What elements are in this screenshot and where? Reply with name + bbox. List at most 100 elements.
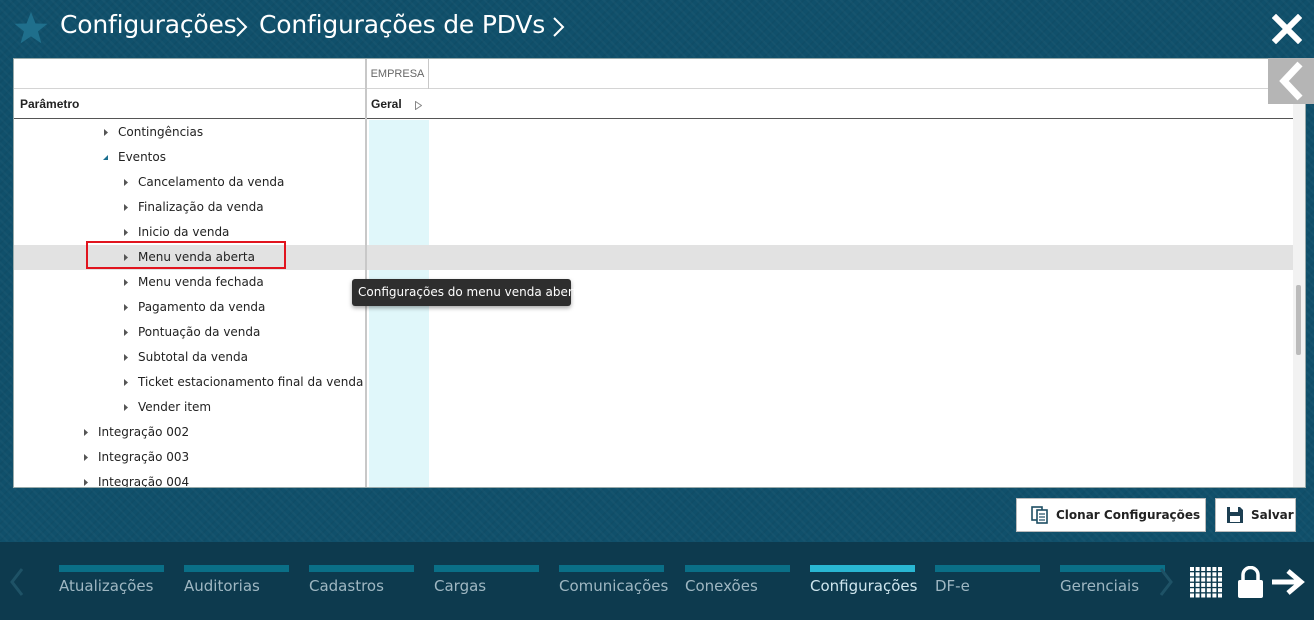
tree-row-label: Contingências [118, 125, 204, 139]
chevron-left-icon[interactable] [9, 567, 25, 597]
save-button[interactable]: Salvar [1215, 498, 1296, 532]
tree-row-label: Cancelamento da venda [138, 175, 285, 189]
scrollbar-thumb[interactable] [1296, 285, 1301, 355]
nav-item-label: DF-e [935, 577, 970, 595]
annotation-highlight [86, 241, 286, 269]
caret-right-icon[interactable] [122, 378, 130, 387]
tree-row-label: Integração 002 [98, 425, 190, 439]
tree-row[interactable]: Integração 004 [14, 470, 1293, 488]
caret-right-icon[interactable] [122, 228, 130, 237]
caret-right-icon[interactable] [122, 203, 130, 212]
tree-row-label: Menu venda fechada [138, 275, 264, 289]
tree-row-label: Subtotal da venda [138, 350, 248, 364]
nav-item-bar [434, 565, 539, 572]
nav-item-bar [309, 565, 414, 572]
nav-item-bar [559, 565, 664, 572]
grid-icon[interactable] [1190, 567, 1224, 599]
nav-item-label: Configurações [810, 577, 918, 595]
tree-row-label: Ticket estacionamento final da venda [138, 375, 364, 389]
clone-configurations-button[interactable]: Clonar Configurações [1016, 498, 1206, 532]
nav-item-label: Cargas [434, 577, 487, 595]
tree-row-label: Pontuação da venda [138, 325, 261, 339]
caret-right-icon[interactable] [82, 428, 90, 437]
parameters-grid: EMPRESA Parâmetro Geral Contingências Eve… [13, 58, 1306, 488]
save-button-label: Salvar [1251, 508, 1294, 522]
nav-item-label: Gerenciais [1060, 577, 1140, 595]
tree-row-label: Inicio da venda [138, 225, 230, 239]
tree-row-label: Eventos [118, 150, 166, 164]
chevron-right-icon[interactable] [551, 15, 567, 39]
breadcrumb-item-configuracoes[interactable]: Configurações [60, 10, 237, 39]
chevron-left-icon [1279, 61, 1303, 101]
caret-right-icon[interactable] [122, 403, 130, 412]
column-divider[interactable] [365, 59, 367, 487]
group-header-empresa: EMPRESA [367, 59, 429, 89]
close-icon[interactable] [1272, 14, 1302, 44]
tree-row[interactable]: Menu venda fechada [14, 270, 1293, 295]
column-header-parametro[interactable]: Parâmetro [20, 97, 79, 111]
nav-item[interactable]: Auditorias [184, 565, 289, 605]
nav-item-label: Cadastros [309, 577, 384, 595]
caret-right-icon[interactable] [122, 328, 130, 337]
breadcrumb-item-configuracoes-pdvs[interactable]: Configurações de PDVs [259, 10, 545, 39]
tree-row[interactable]: Eventos [14, 145, 1293, 170]
nav-item-bar [184, 565, 289, 572]
caret-right-icon[interactable] [82, 453, 90, 462]
tooltip: Configurações do menu venda aberta [352, 279, 585, 306]
nav-item-bar [935, 565, 1040, 572]
caret-right-icon[interactable] [122, 303, 130, 312]
nav-item[interactable]: Cadastros [309, 565, 414, 605]
caret-right-icon[interactable] [122, 278, 130, 287]
clone-button-label: Clonar Configurações [1056, 508, 1201, 522]
nav-item[interactable]: DF-e [935, 565, 1040, 605]
caret-right-icon[interactable] [122, 178, 130, 187]
caret-right-icon[interactable] [82, 478, 90, 487]
tree-row[interactable]: Subtotal da venda [14, 345, 1293, 370]
nav-item[interactable]: Conexões [685, 565, 790, 605]
tree-row[interactable]: Integração 002 [14, 420, 1293, 445]
nav-item[interactable]: Gerenciais [1060, 565, 1165, 605]
nav-item[interactable]: Cargas [434, 565, 539, 605]
tree-row[interactable]: Ticket estacionamento final da venda [14, 370, 1293, 395]
arrow-right-icon[interactable] [1271, 569, 1305, 595]
nav-item-label: Conexões [685, 577, 758, 595]
caret-right-icon[interactable] [122, 353, 130, 362]
tree-row-label: Integração 003 [98, 450, 190, 464]
nav-item[interactable]: Comunicações [559, 565, 668, 605]
column-header-geral[interactable]: Geral [371, 97, 402, 111]
nav-item[interactable]: Atualizações [59, 565, 164, 605]
chevron-right-icon [236, 17, 248, 37]
tree-row[interactable]: Pontuação da venda [14, 320, 1293, 345]
chevron-right-icon[interactable] [1158, 567, 1174, 597]
column-header-row [14, 89, 1293, 119]
tree-row[interactable]: Integração 003 [14, 445, 1293, 470]
caret-right-icon[interactable] [102, 128, 110, 137]
tree-row-label: Vender item [138, 400, 212, 414]
nav-item-bar [59, 565, 164, 572]
group-header-row [14, 59, 1293, 89]
lock-icon[interactable] [1237, 566, 1264, 599]
floppy-disk-icon [1227, 507, 1243, 523]
tree-row[interactable]: Cancelamento da venda [14, 170, 1293, 195]
clone-icon [1031, 506, 1048, 524]
tree-row-label: Integração 004 [98, 475, 190, 488]
nav-item-label: Atualizações [59, 577, 154, 595]
nav-item-label: Comunicações [559, 577, 669, 595]
vertical-scrollbar[interactable] [1293, 59, 1305, 487]
tree-row-label: Finalização da venda [138, 200, 264, 214]
star-icon[interactable] [13, 10, 49, 46]
nav-item-bar [810, 565, 915, 572]
tree-row[interactable]: Vender item [14, 395, 1293, 420]
tree-row[interactable]: Contingências [14, 120, 1293, 145]
tree-row-label: Pagamento da venda [138, 300, 266, 314]
tree-row[interactable]: Finalização da venda [14, 195, 1293, 220]
side-panel-toggle[interactable] [1268, 58, 1314, 104]
expand-column-icon[interactable] [415, 101, 422, 110]
tree-rows: Contingências Eventos Cancelamento da vend… [14, 120, 1293, 488]
nav-item[interactable]: Configurações [810, 565, 918, 605]
nav-item-bar [1060, 565, 1165, 572]
tree-row[interactable]: Pagamento da venda [14, 295, 1293, 320]
nav-item-label: Auditorias [184, 577, 260, 595]
header: Configurações Configurações de PDVs [0, 0, 1314, 56]
caret-down-icon[interactable] [102, 153, 110, 162]
